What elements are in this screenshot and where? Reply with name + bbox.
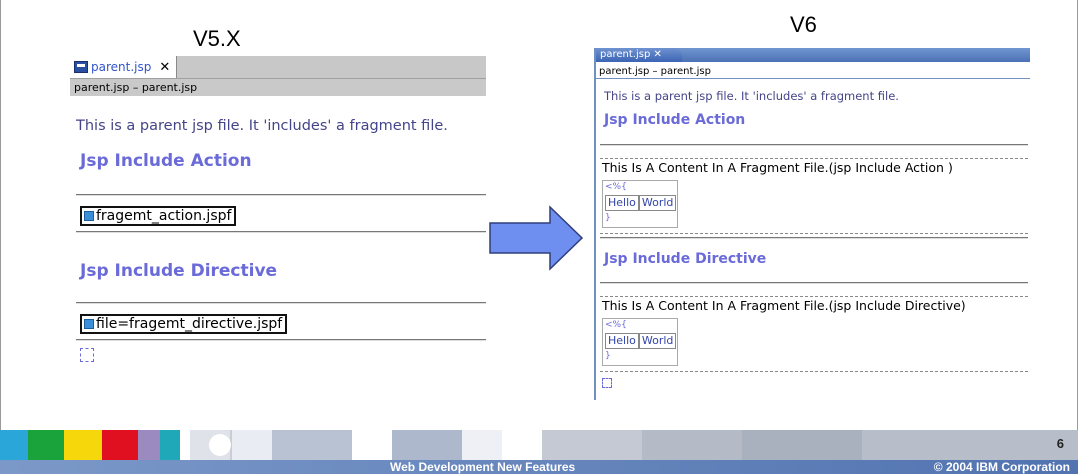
divider — [76, 339, 486, 341]
v5-tab-parent-jsp[interactable]: parent.jsp ✕ — [70, 56, 178, 78]
v5-heading-directive: Jsp Include Directive — [80, 261, 278, 281]
v5-editor-panel: parent.jsp ✕ parent.jsp – parent.jsp Thi… — [70, 56, 486, 390]
slide-frame-left — [0, 0, 6, 430]
v5-breadcrumb: parent.jsp – parent.jsp — [70, 78, 486, 96]
v5-tab-label: parent.jsp — [91, 60, 152, 74]
jsp-scriptlet-close: } — [605, 213, 611, 223]
jsp-file-icon — [74, 61, 88, 73]
divider — [600, 282, 1028, 284]
jsp-tag-icon — [84, 319, 94, 329]
v6-title: V6 — [790, 12, 817, 37]
v6-fragment-table[interactable]: <%{ Hello World } — [602, 318, 678, 366]
v5-include-action-label: fragemt_action.jspf — [96, 208, 232, 224]
v6-heading-action: Jsp Include Action — [604, 112, 746, 128]
v5-tab-bar: parent.jsp ✕ — [70, 56, 486, 78]
jsp-marker-icon — [602, 378, 612, 388]
footer-copyright: © 2004 IBM Corporation — [933, 460, 1070, 474]
footer-title: Web Development New Features — [390, 460, 576, 474]
table-cell-world: World — [638, 195, 677, 211]
page-number: 6 — [1056, 436, 1064, 451]
v6-breadcrumb: parent.jsp – parent.jsp — [596, 64, 1030, 79]
fragment-boundary — [600, 371, 1028, 372]
v5-include-directive-label: file=fragemt_directive.jspf — [96, 316, 283, 332]
jsp-marker-icon — [80, 348, 94, 362]
divider — [600, 237, 1028, 239]
v5-paragraph: This is a parent jsp file. It 'includes'… — [76, 118, 448, 134]
table-cell-world: World — [638, 333, 677, 349]
fragment-boundary — [600, 296, 1028, 297]
v5-include-action-tag[interactable]: fragemt_action.jspf — [80, 206, 237, 226]
v6-editor-panel: parent.jsp ✕ parent.jsp – parent.jsp Thi… — [594, 48, 1030, 400]
footer-decorative-strip — [0, 430, 1078, 460]
jsp-scriptlet-close: } — [605, 351, 611, 361]
footer-bar: Web Development New Features © 2004 IBM … — [0, 460, 1078, 474]
v6-paragraph: This is a parent jsp file. It 'includes'… — [604, 89, 899, 103]
jsp-scriptlet-open: <%{ — [605, 182, 627, 192]
v5-title: V5.X — [193, 26, 241, 51]
v6-tab-parent-jsp[interactable]: parent.jsp ✕ — [596, 48, 682, 62]
arrow-right-icon — [489, 205, 584, 271]
divider — [76, 194, 486, 196]
divider — [76, 231, 486, 233]
jsp-tag-icon — [84, 211, 94, 221]
jsp-scriptlet-open: <%{ — [605, 320, 627, 330]
slide-frame-right — [1072, 0, 1078, 430]
table-cell-hello: Hello — [605, 195, 639, 211]
v5-heading-action: Jsp Include Action — [80, 151, 252, 171]
table-cell-hello: Hello — [605, 333, 639, 349]
divider — [600, 144, 1028, 146]
fragment-boundary — [600, 233, 1028, 234]
v6-tab-bar: parent.jsp ✕ — [596, 48, 1030, 62]
v6-fragment-table[interactable]: <%{ Hello World } — [602, 180, 678, 228]
v5-include-directive-tag[interactable]: file=fragemt_directive.jspf — [80, 314, 288, 334]
close-icon[interactable]: ✕ — [159, 60, 170, 75]
v6-fragment-action-text: This Is A Content In A Fragment File.(js… — [602, 160, 953, 175]
v6-fragment-directive-text: This Is A Content In A Fragment File.(js… — [602, 298, 966, 313]
v6-heading-directive: Jsp Include Directive — [604, 251, 767, 267]
divider — [76, 302, 486, 304]
fragment-boundary — [600, 158, 1028, 159]
